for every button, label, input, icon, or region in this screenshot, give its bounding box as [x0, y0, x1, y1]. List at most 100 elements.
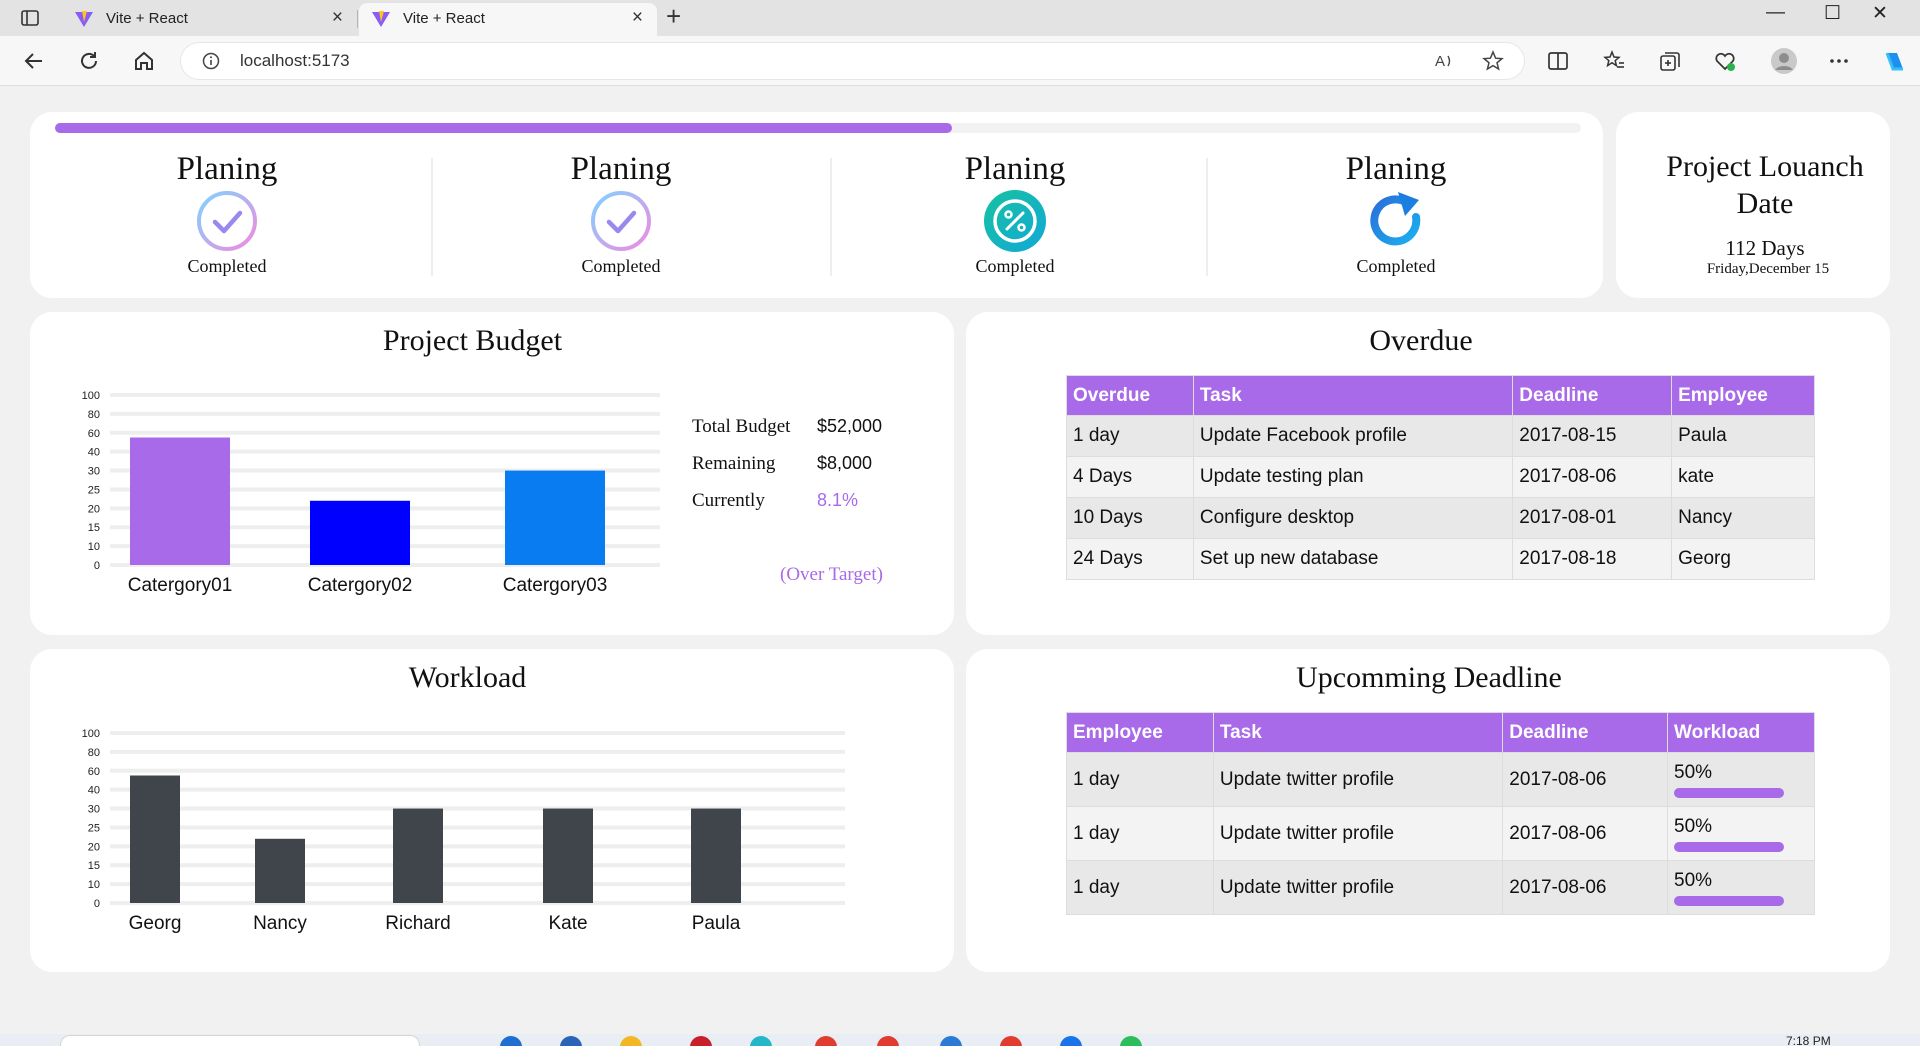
minimize-button[interactable]: — — [1766, 2, 1785, 24]
x-tick-label: Richard — [385, 913, 450, 934]
table-cell: 2017-08-15 — [1512, 415, 1673, 457]
close-tab-icon[interactable]: × — [632, 7, 643, 29]
table-cell: Update Facebook profile — [1192, 415, 1514, 457]
column-header: Task — [1192, 375, 1514, 416]
browser-tab[interactable]: Vite + React × — [62, 3, 357, 36]
y-tick-label: 40 — [88, 447, 100, 459]
maximize-button[interactable]: ☐ — [1824, 2, 1841, 25]
new-tab-button[interactable]: + — [666, 1, 681, 32]
table-cell: 4 Days — [1066, 456, 1194, 498]
close-window-button[interactable]: ✕ — [1872, 2, 1888, 25]
table-cell: 2017-08-06 — [1502, 752, 1669, 807]
table-cell: 10 Days — [1066, 497, 1194, 539]
bar-georg — [130, 775, 180, 903]
upcoming-title: Upcomming Deadline — [1296, 661, 1562, 694]
refresh-icon — [1370, 192, 1421, 246]
workload-value: 50% — [1674, 761, 1713, 783]
column-header: Employee — [1066, 712, 1214, 753]
taskbar-app-icon[interactable] — [877, 1036, 899, 1046]
y-tick-label: 20 — [88, 841, 100, 853]
workload-bar — [1674, 895, 1785, 906]
x-tick-label: Kate — [548, 913, 587, 934]
progress-track — [55, 123, 1581, 133]
close-tab-icon[interactable]: × — [332, 7, 343, 29]
table-header-row: Employee Task Deadline Workload — [1066, 712, 1815, 753]
table-cell: Update twitter profile — [1212, 752, 1504, 807]
y-tick-label: 60 — [88, 766, 100, 778]
bar-kate — [543, 808, 593, 903]
taskbar-app-icon[interactable] — [940, 1036, 962, 1046]
favorite-star-icon[interactable] — [1482, 50, 1504, 72]
refresh-icon[interactable] — [77, 49, 101, 73]
taskbar-app-icon[interactable] — [560, 1036, 582, 1046]
taskbar-clock: 7:18 PM — [1786, 1034, 1831, 1046]
y-tick-label: 30 — [88, 466, 100, 478]
table-cell: Nancy — [1671, 497, 1815, 539]
budget-label: Remaining — [692, 453, 776, 474]
x-tick-label: Catergory01 — [128, 575, 233, 596]
taskbar-app-icon[interactable] — [1000, 1036, 1022, 1046]
progress-fill — [55, 123, 953, 133]
column-header: Employee — [1671, 375, 1815, 416]
budget-label: Currently — [692, 490, 765, 511]
vite-logo-icon — [372, 11, 390, 27]
check-circle-icon — [591, 191, 651, 251]
workload-value: 50% — [1674, 869, 1713, 891]
overdue-title: Overdue — [1369, 324, 1473, 357]
copilot-icon[interactable] — [1881, 47, 1909, 75]
tab-separator — [357, 10, 358, 28]
taskbar-app-icon[interactable] — [1120, 1036, 1142, 1046]
tab-title: Vite + React — [403, 10, 485, 27]
url-box[interactable]: localhost:5173 A — [180, 42, 1525, 80]
launch-title: Project Louanch Date — [1666, 150, 1864, 220]
browser-tab-active[interactable]: Vite + React × — [359, 3, 657, 36]
taskbar-app-icon[interactable] — [690, 1036, 712, 1046]
table-cell: 1 day — [1066, 415, 1194, 457]
table-cell: 2017-08-01 — [1512, 497, 1673, 539]
favorites-icon[interactable] — [1602, 49, 1626, 73]
column-header: Deadline — [1512, 375, 1673, 416]
y-tick-label: 60 — [88, 428, 100, 440]
tab-title: Vite + React — [106, 10, 188, 27]
y-tick-label: 0 — [94, 898, 100, 910]
workload-cell: 50% — [1667, 752, 1815, 807]
bar-catergory01 — [130, 437, 230, 565]
taskbar-app-icon[interactable] — [1060, 1036, 1082, 1046]
launch-days: 112 Days — [1725, 236, 1805, 260]
taskbar-app-icon[interactable] — [620, 1036, 642, 1046]
taskbar-app-icon[interactable] — [500, 1036, 522, 1046]
home-icon[interactable] — [132, 49, 156, 73]
url-text[interactable]: localhost:5173 — [240, 51, 350, 71]
budget-value: $52,000 — [817, 416, 883, 436]
stage-divider — [431, 158, 433, 276]
site-info-icon[interactable] — [202, 52, 220, 70]
taskbar-app-icon[interactable] — [750, 1036, 772, 1046]
table-cell: Update testing plan — [1192, 456, 1514, 498]
column-header: Task — [1212, 712, 1504, 753]
table-cell: 2017-08-06 — [1502, 806, 1669, 861]
stage-3: Planing Completed — [915, 150, 1115, 277]
taskbar-app-icon[interactable] — [815, 1036, 837, 1046]
table-cell: Georg — [1671, 538, 1815, 580]
read-aloud-icon[interactable]: A — [1433, 50, 1455, 72]
collections-icon[interactable] — [1658, 49, 1682, 73]
check-circle-icon — [197, 191, 257, 251]
more-options-icon[interactable] — [1827, 49, 1851, 73]
table-cell: 2017-08-06 — [1512, 456, 1673, 498]
stage-title: Planing — [176, 151, 278, 187]
table-cell: kate — [1671, 456, 1815, 498]
y-tick-label: 15 — [88, 860, 100, 872]
bar-catergory03 — [505, 470, 605, 565]
svg-text:A: A — [1435, 53, 1445, 70]
bar-nancy — [255, 838, 305, 903]
profile-avatar-icon[interactable] — [1770, 47, 1798, 75]
vite-logo-icon — [75, 11, 93, 27]
taskbar-search[interactable] — [60, 1035, 420, 1046]
tab-actions-icon[interactable] — [20, 8, 40, 28]
back-icon[interactable] — [22, 49, 46, 73]
table-row: 10 Days Configure desktop 2017-08-01 Nan… — [1066, 497, 1815, 539]
workload-bar — [1674, 841, 1785, 852]
performance-heart-icon[interactable] — [1713, 49, 1737, 73]
percent-circle-icon — [984, 190, 1046, 252]
split-screen-icon[interactable] — [1546, 49, 1570, 73]
